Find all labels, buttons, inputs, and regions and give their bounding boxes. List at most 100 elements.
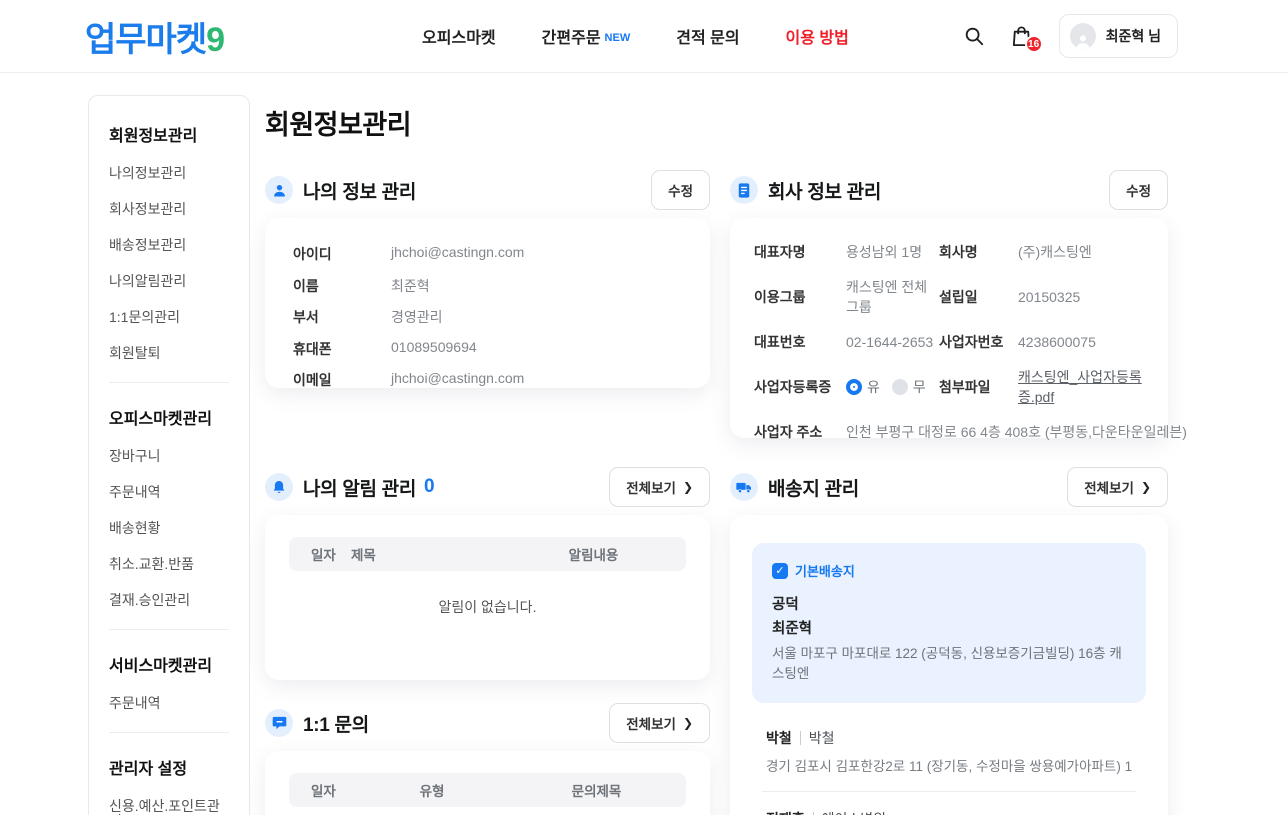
inquiry-card: 일자 유형 문의제목 11-10 신규상품 의뢰 Re:URL 입력한 신규상품… [265, 751, 710, 815]
shipping-item[interactable]: 정재훈 에이스병원 경기 안산시 단원구 화랑로 376 (고잔동) 에이스 병… [752, 792, 1146, 815]
nav-how-to-use[interactable]: 이용 방법 [786, 24, 849, 48]
radio-no[interactable]: 무 [892, 377, 926, 397]
person-icon [265, 176, 293, 204]
my-info-title: 나의 정보 관리 [303, 177, 416, 204]
field-label: 사업자번호 [939, 332, 1018, 352]
sidebar-divider [109, 629, 229, 630]
nav-quick-order[interactable]: 간편주문NEW [542, 24, 631, 48]
notifications-card: 일자 제목 알림내용 알림이 없습니다. [265, 515, 710, 680]
field-value: jhchoi@castingn.com [391, 244, 524, 264]
sidebar-item-shipping-info[interactable]: 배송정보관리 [109, 238, 229, 253]
inquiry-view-all-button[interactable]: 전체보기❯ [609, 703, 710, 743]
truck-icon [730, 473, 758, 501]
my-info-edit-button[interactable]: 수정 [651, 170, 710, 210]
sidebar-item-orders[interactable]: 주문내역 [109, 485, 229, 500]
radio-selected-icon [846, 379, 862, 395]
sidebar-item-my-info[interactable]: 나의정보관리 [109, 166, 229, 181]
field-value: 01089509694 [391, 339, 477, 359]
user-menu[interactable]: 최준혁 님 [1059, 14, 1178, 58]
notifications-count: 0 [424, 476, 435, 498]
chat-icon [265, 709, 293, 737]
shipping-view-all-button[interactable]: 전체보기❯ [1067, 467, 1168, 507]
cart-icon[interactable]: 16 [1009, 23, 1035, 49]
shipping-name: 정재훈 [766, 809, 805, 815]
sidebar-section-member: 회원정보관리 [109, 122, 229, 146]
page-title: 회원정보관리 [265, 103, 1168, 142]
field-label: 휴대폰 [293, 339, 391, 359]
sidebar-item-cancel-exchange-return[interactable]: 취소.교환.반품 [109, 557, 229, 572]
field-label: 설립일 [939, 287, 1018, 307]
company-info-edit-button[interactable]: 수정 [1109, 170, 1168, 210]
notifications-view-all-button[interactable]: 전체보기❯ [609, 467, 710, 507]
shipping-item[interactable]: 박철 박철 경기 김포시 김포한강2로 11 (장기동, 수정마을 쌍용예가아파… [752, 711, 1146, 791]
sidebar-section-service-market: 서비스마켓관리 [109, 652, 229, 676]
field-value: 20150325 [1018, 289, 1144, 305]
notifications-empty-text: 알림이 없습니다. [289, 571, 686, 643]
sidebar-section-admin: 관리자 설정 [109, 755, 229, 779]
sidebar-item-delivery-status[interactable]: 배송현황 [109, 521, 229, 536]
inquiry-title: 1:1 문의 [303, 710, 369, 737]
sidebar-item-service-orders[interactable]: 주문내역 [109, 696, 229, 711]
shipping-address: 경기 김포시 김포한강2로 11 (장기동, 수정마을 쌍용예가아파트) 101… [766, 755, 1132, 775]
main-nav: 오피스마켓 간편주문NEW 견적 문의 이용 방법 [422, 24, 849, 48]
field-label: 이용그룹 [754, 287, 846, 307]
sidebar-item-withdraw[interactable]: 회원탈퇴 [109, 346, 229, 361]
shipping-title: 배송지 관리 [768, 474, 859, 501]
field-value: (주)캐스팅엔 [1018, 242, 1144, 262]
sidebar-item-credit-budget-points[interactable]: 신용.예산.포인트관리 [109, 799, 229, 815]
logo[interactable]: 업무마켓9 [85, 12, 224, 61]
field-label: 대표자명 [754, 242, 846, 262]
chevron-right-icon: ❯ [1141, 480, 1151, 494]
inquiry-table-header: 일자 유형 문의제목 [289, 773, 686, 807]
company-info-title: 회사 정보 관리 [768, 177, 881, 204]
field-label: 사업자 주소 [754, 422, 846, 442]
bell-icon [265, 473, 293, 501]
radio-yes[interactable]: 유 [846, 377, 880, 397]
sidebar-item-company-info[interactable]: 회사정보관리 [109, 202, 229, 217]
attachment-link[interactable]: 캐스팅엔_사업자등록증.pdf [1018, 367, 1144, 407]
field-label: 부서 [293, 307, 391, 327]
nav-quote-inquiry[interactable]: 견적 문의 [676, 24, 739, 48]
radio-unselected-icon [892, 379, 908, 395]
chevron-right-icon: ❯ [683, 480, 693, 494]
field-value: 인천 부평구 대정로 66 4층 408호 (부평동,다운타운일레븐) [846, 422, 1144, 442]
default-shipping-badge: 기본배송지 [795, 561, 855, 580]
new-badge: NEW [605, 32, 631, 44]
field-value: jhchoi@castingn.com [391, 370, 524, 390]
field-value: 02-1644-2653 [846, 334, 939, 350]
top-header: 업무마켓9 오피스마켓 간편주문NEW 견적 문의 이용 방법 16 최준혁 님 [0, 0, 1288, 73]
sidebar-item-cart[interactable]: 장바구니 [109, 449, 229, 464]
field-label: 이름 [293, 276, 391, 296]
sidebar-divider [109, 382, 229, 383]
default-shipping-item[interactable]: ✓ 기본배송지 공덕 최준혁 서울 마포구 마포대로 122 (공덕동, 신용보… [752, 543, 1146, 703]
cart-count-badge: 16 [1025, 35, 1043, 53]
field-label: 대표번호 [754, 332, 846, 352]
company-info-card: 대표자명 용성남외 1명 회사명 (주)캐스팅엔 이용그룹 캐스팅엔 전체그룹 … [730, 218, 1168, 438]
shipping-org: 박철 [809, 728, 835, 748]
shipping-person: 최준혁 [772, 617, 1126, 638]
shipping-card: ✓ 기본배송지 공덕 최준혁 서울 마포구 마포대로 122 (공덕동, 신용보… [730, 515, 1168, 815]
sidebar-section-office-market: 오피스마켓관리 [109, 405, 229, 429]
field-label: 아이디 [293, 244, 391, 264]
document-icon [730, 176, 758, 204]
field-value: 경영관리 [391, 307, 443, 327]
license-radio-group: 유 무 [846, 377, 939, 397]
sidebar-item-inquiry[interactable]: 1:1문의관리 [109, 310, 229, 325]
user-name: 최준혁 님 [1106, 26, 1161, 46]
divider [800, 731, 801, 745]
nav-office-market[interactable]: 오피스마켓 [422, 24, 496, 48]
sidebar-item-alerts[interactable]: 나의알림관리 [109, 274, 229, 289]
notifications-table-header: 일자 제목 알림내용 [289, 537, 686, 571]
shipping-place: 공덕 [772, 593, 1126, 614]
inquiry-row: 11-10 신규상품 의뢰 Re:URL 입력한 신규상품 요청건 입니다. [289, 807, 686, 815]
chevron-right-icon: ❯ [683, 716, 693, 730]
search-icon[interactable] [961, 23, 987, 49]
sidebar-divider [109, 732, 229, 733]
field-label: 회사명 [939, 242, 1018, 262]
shipping-address: 서울 마포구 마포대로 122 (공덕동, 신용보증기금빌딩) 16층 캐스팅엔 [772, 644, 1126, 683]
sidebar: 회원정보관리 나의정보관리 회사정보관리 배송정보관리 나의알림관리 1:1문의… [88, 95, 250, 815]
shipping-name: 박철 [766, 728, 792, 748]
sidebar-item-payment-approval[interactable]: 결재.승인관리 [109, 593, 229, 608]
avatar [1070, 23, 1096, 49]
shipping-org: 에이스병원 [822, 809, 886, 815]
